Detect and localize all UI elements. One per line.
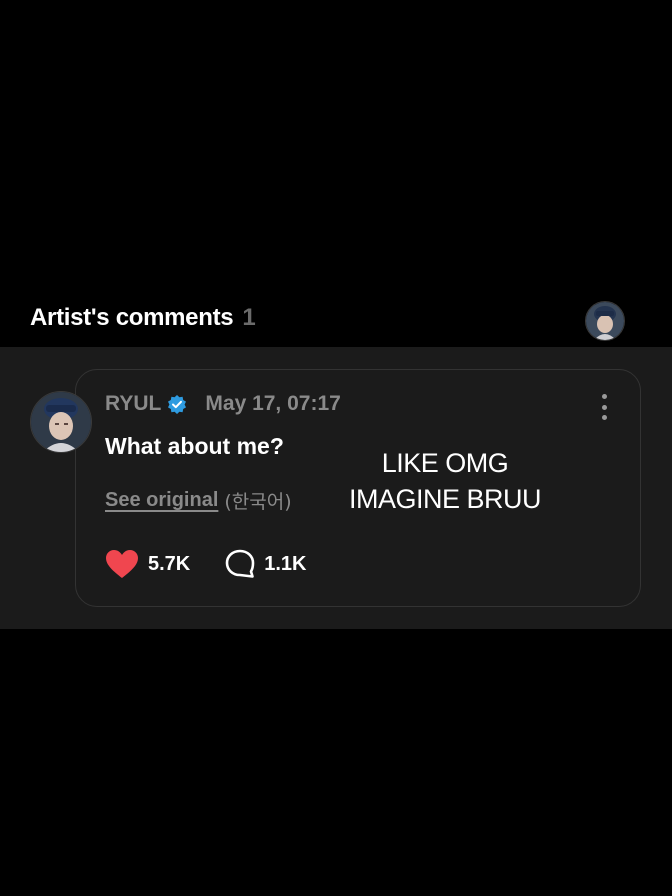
comment-timestamp: May 17, 07:17 xyxy=(205,392,341,415)
comment-meta: RYUL May 17, 07:17 xyxy=(105,392,341,416)
reply-count: 1.1K xyxy=(264,552,307,575)
see-original-link[interactable]: See original xyxy=(105,489,218,512)
caption-overlay: LIKE OMG IMAGINE BRUU xyxy=(340,445,550,517)
page: Artist's comments 1 RYUL May 17, 07:17 W… xyxy=(0,0,672,896)
comment-count: 1 xyxy=(242,304,256,331)
more-options-button[interactable] xyxy=(594,394,614,420)
reply-button[interactable]: 1.1K xyxy=(224,548,307,580)
like-count: 5.7K xyxy=(148,552,191,575)
like-button[interactable]: 5.7K xyxy=(105,549,190,579)
comment-avatar[interactable] xyxy=(30,391,92,453)
header-avatar[interactable] xyxy=(585,301,625,341)
avatar-image xyxy=(586,302,624,340)
more-dot xyxy=(601,415,607,420)
avatar-image xyxy=(31,392,91,452)
more-dot xyxy=(601,404,607,410)
more-vertical-icon xyxy=(601,394,607,399)
caption-line-2: IMAGINE BRUU xyxy=(348,484,542,514)
heart-icon xyxy=(106,550,138,578)
verified-badge-icon xyxy=(167,394,187,414)
section-header: Artist's comments 1 xyxy=(30,298,256,338)
original-language-label: (한국어) xyxy=(224,491,292,513)
speech-bubble-icon xyxy=(225,549,255,578)
section-title: Artist's comments xyxy=(30,304,234,331)
author-name[interactable]: RYUL xyxy=(105,392,161,416)
see-original-row: See original (한국어) xyxy=(105,487,292,514)
comment-actions: 5.7K 1.1K xyxy=(105,548,307,580)
comment-text: What about me? xyxy=(105,433,284,459)
caption-line-1: LIKE OMG xyxy=(381,448,509,478)
